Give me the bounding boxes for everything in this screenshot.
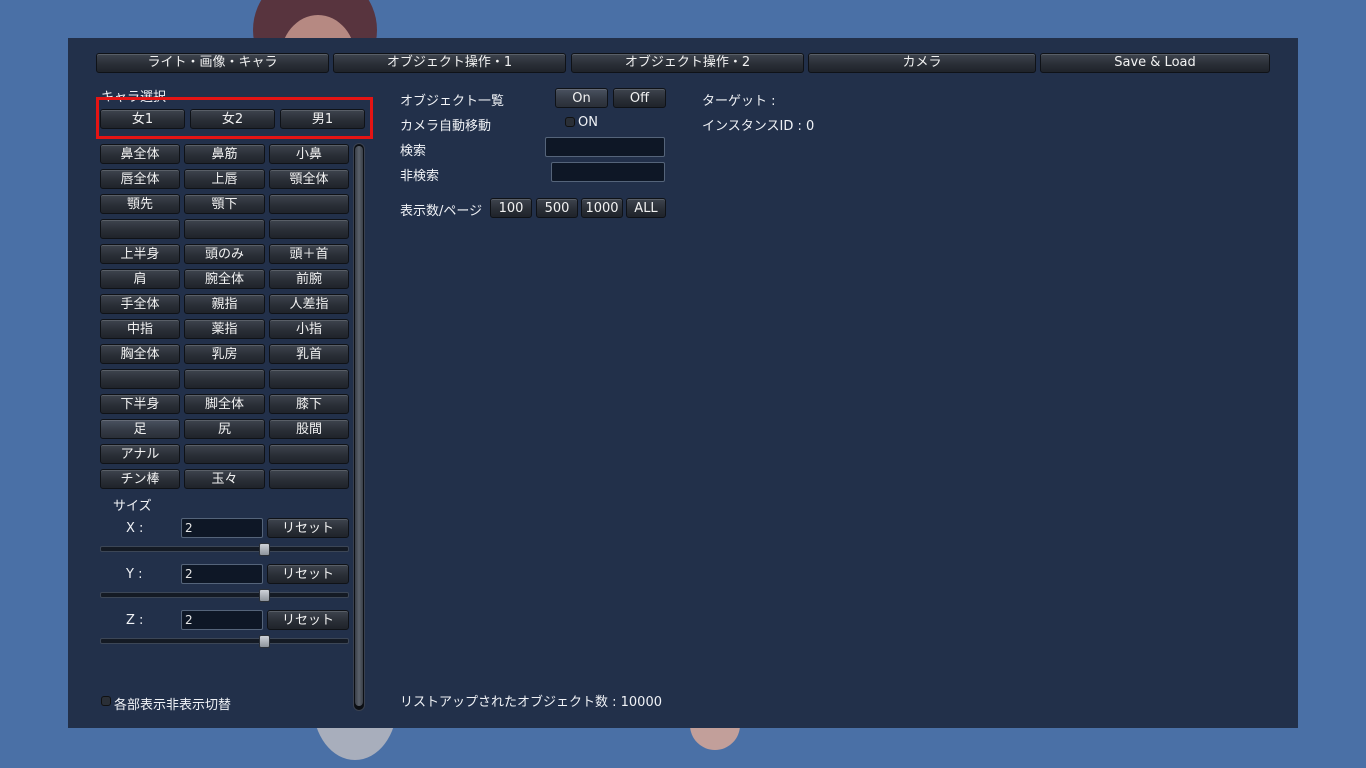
size-y-input[interactable]: 2 bbox=[181, 564, 263, 584]
per-page-all-button[interactable]: ALL bbox=[626, 198, 666, 218]
part-button-empty[interactable] bbox=[269, 469, 349, 489]
part-button[interactable]: 下半身 bbox=[100, 394, 180, 414]
selection-highlight-box bbox=[96, 97, 373, 139]
part-button-empty[interactable] bbox=[100, 219, 180, 239]
part-button[interactable]: 腕全体 bbox=[184, 269, 265, 289]
part-button[interactable]: 脚全体 bbox=[184, 394, 265, 414]
part-button[interactable]: 薬指 bbox=[184, 319, 265, 339]
size-z-label: Z : bbox=[126, 613, 144, 628]
size-y-slider-thumb[interactable] bbox=[259, 589, 270, 602]
size-x-label: X : bbox=[126, 521, 144, 536]
tab-object-operation-2[interactable]: オブジェクト操作・2 bbox=[571, 53, 804, 73]
camera-auto-move-value: ON bbox=[578, 115, 598, 130]
part-button[interactable]: 頭＋首 bbox=[269, 244, 349, 264]
listed-object-count: リストアップされたオブジェクト数 : 10000 bbox=[400, 695, 662, 710]
per-page-100-button[interactable]: 100 bbox=[490, 198, 532, 218]
part-button[interactable]: チン棒 bbox=[100, 469, 180, 489]
part-button[interactable]: 膝下 bbox=[269, 394, 349, 414]
per-page-1000-button[interactable]: 1000 bbox=[581, 198, 623, 218]
target-label: ターゲット : bbox=[702, 94, 776, 109]
object-list-on-button[interactable]: On bbox=[555, 88, 608, 108]
toggle-parts-label: 各部表示非表示切替 bbox=[114, 698, 232, 713]
part-button[interactable]: 顎先 bbox=[100, 194, 180, 214]
part-button-empty[interactable] bbox=[269, 219, 349, 239]
part-button[interactable]: 顎下 bbox=[184, 194, 265, 214]
part-button[interactable]: 乳房 bbox=[184, 344, 265, 364]
part-button[interactable]: 胸全体 bbox=[100, 344, 180, 364]
part-button[interactable]: 鼻筋 bbox=[184, 144, 265, 164]
exclude-search-input[interactable] bbox=[551, 162, 665, 182]
part-button-empty[interactable] bbox=[269, 194, 349, 214]
part-button[interactable]: 中指 bbox=[100, 319, 180, 339]
toggle-parts-checkbox[interactable] bbox=[101, 696, 111, 706]
part-button[interactable]: 乳首 bbox=[269, 344, 349, 364]
part-button[interactable]: 足 bbox=[100, 419, 180, 439]
size-y-label: Y : bbox=[126, 567, 143, 582]
part-button[interactable]: 上唇 bbox=[184, 169, 265, 189]
part-button-empty[interactable] bbox=[184, 444, 265, 464]
part-button-empty[interactable] bbox=[184, 369, 265, 389]
size-x-reset-button[interactable]: リセット bbox=[267, 518, 349, 538]
size-z-reset-button[interactable]: リセット bbox=[267, 610, 349, 630]
size-z-slider-thumb[interactable] bbox=[259, 635, 270, 648]
exclude-search-label: 非検索 bbox=[400, 169, 440, 184]
part-button-empty[interactable] bbox=[269, 369, 349, 389]
size-label: サイズ bbox=[113, 499, 152, 514]
parts-scrollbar[interactable] bbox=[353, 143, 365, 711]
part-button-empty[interactable] bbox=[269, 444, 349, 464]
tab-save-load[interactable]: Save & Load bbox=[1040, 53, 1270, 73]
part-button[interactable]: 前腕 bbox=[269, 269, 349, 289]
part-button[interactable]: 小鼻 bbox=[269, 144, 349, 164]
size-y-reset-button[interactable]: リセット bbox=[267, 564, 349, 584]
search-label: 検索 bbox=[400, 144, 427, 159]
part-button[interactable]: アナル bbox=[100, 444, 180, 464]
part-button[interactable]: 顎全体 bbox=[269, 169, 349, 189]
camera-auto-move-checkbox[interactable] bbox=[565, 117, 575, 127]
part-button[interactable]: 上半身 bbox=[100, 244, 180, 264]
search-input[interactable] bbox=[545, 137, 665, 157]
part-button[interactable]: 頭のみ bbox=[184, 244, 265, 264]
size-z-input[interactable]: 2 bbox=[181, 610, 263, 630]
part-button[interactable]: 人差指 bbox=[269, 294, 349, 314]
per-page-label: 表示数/ページ bbox=[400, 204, 483, 219]
part-button[interactable]: 鼻全体 bbox=[100, 144, 180, 164]
part-button[interactable]: 手全体 bbox=[100, 294, 180, 314]
size-z-slider[interactable] bbox=[100, 638, 349, 644]
object-list-off-button[interactable]: Off bbox=[613, 88, 666, 108]
part-button[interactable]: 股間 bbox=[269, 419, 349, 439]
instance-id-label: インスタンスID : 0 bbox=[702, 119, 815, 134]
part-button-empty[interactable] bbox=[100, 369, 180, 389]
part-button[interactable]: 唇全体 bbox=[100, 169, 180, 189]
part-button[interactable]: 小指 bbox=[269, 319, 349, 339]
part-button[interactable]: 尻 bbox=[184, 419, 265, 439]
size-x-slider-thumb[interactable] bbox=[259, 543, 270, 556]
tab-object-operation-1[interactable]: オブジェクト操作・1 bbox=[333, 53, 566, 73]
size-y-slider[interactable] bbox=[100, 592, 349, 598]
tab-camera[interactable]: カメラ bbox=[808, 53, 1036, 73]
part-button[interactable]: 肩 bbox=[100, 269, 180, 289]
part-button-empty[interactable] bbox=[184, 219, 265, 239]
object-list-label: オブジェクト一覧 bbox=[400, 94, 505, 109]
parts-scroll-thumb[interactable] bbox=[355, 146, 363, 706]
part-button[interactable]: 親指 bbox=[184, 294, 265, 314]
per-page-500-button[interactable]: 500 bbox=[536, 198, 578, 218]
size-x-input[interactable]: 2 bbox=[181, 518, 263, 538]
tab-light-image-chara[interactable]: ライト・画像・キャラ bbox=[96, 53, 329, 73]
size-x-slider[interactable] bbox=[100, 546, 349, 552]
camera-auto-move-label: カメラ自動移動 bbox=[400, 119, 492, 134]
part-button[interactable]: 玉々 bbox=[184, 469, 265, 489]
